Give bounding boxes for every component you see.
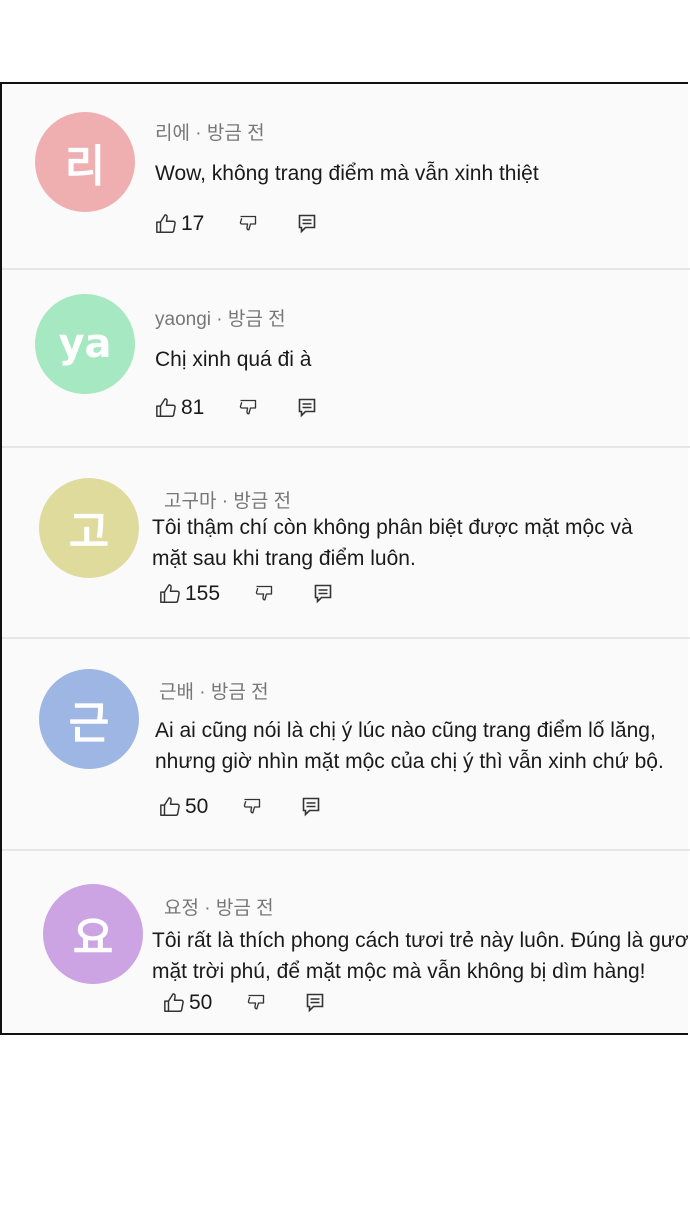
thumbs-down-icon xyxy=(238,214,258,234)
avatar[interactable]: ya xyxy=(35,294,135,394)
comment-actions: 50 xyxy=(159,793,320,821)
comment-actions: 17 xyxy=(155,210,316,238)
comment-text: Tôi thậm chí còn không phân biệt được mặ… xyxy=(152,512,633,574)
like-count: 50 xyxy=(185,795,209,818)
username[interactable]: 근배 xyxy=(159,682,194,703)
avatar[interactable]: 고 xyxy=(39,478,139,578)
like-count: 17 xyxy=(181,212,205,235)
username[interactable]: 리에 xyxy=(155,123,190,144)
like-button[interactable]: 155 xyxy=(159,582,220,606)
comment-item: ya yaongi · 방금 전 Chị xinh quá đi à 81 xyxy=(2,270,690,446)
dislike-button[interactable] xyxy=(246,993,266,1013)
comment-text-line: Ai ai cũng nói là chị ý lúc nào cũng tra… xyxy=(155,719,656,742)
username[interactable]: 요정 xyxy=(164,898,199,919)
comment-item: 리 리에 · 방금 전 Wow, không trang điểm mà vẫn… xyxy=(2,84,690,268)
dislike-button[interactable] xyxy=(254,584,274,604)
comment-text-line: Wow, không trang điểm mà vẫn xinh thiệt xyxy=(155,162,539,185)
timestamp: 방금 전 xyxy=(227,309,286,330)
reply-button[interactable] xyxy=(298,398,316,418)
thumbs-up-icon xyxy=(155,213,177,235)
comment-text: Tôi rất là thích phong cách tươi trẻ này… xyxy=(152,925,690,987)
comment-actions: 155 xyxy=(159,580,332,608)
like-count: 50 xyxy=(189,991,213,1014)
comment-text-line: mặt trời phú, để mặt mộc mà vẫn không bị… xyxy=(152,960,646,983)
username[interactable]: 고구마 xyxy=(164,491,216,512)
comment-text: Ai ai cũng nói là chị ý lúc nào cũng tra… xyxy=(155,715,664,777)
avatar[interactable]: 요 xyxy=(43,884,143,984)
comment-meta: 근배 · 방금 전 xyxy=(159,677,269,704)
dislike-button[interactable] xyxy=(242,797,262,817)
reply-button[interactable] xyxy=(306,993,324,1013)
like-button[interactable]: 17 xyxy=(155,212,204,236)
comment-actions: 50 xyxy=(163,989,324,1017)
comment-list: 리 리에 · 방금 전 Wow, không trang điểm mà vẫn… xyxy=(0,82,690,1035)
timestamp: 방금 전 xyxy=(233,491,292,512)
thumbs-up-icon xyxy=(159,796,181,818)
like-count: 155 xyxy=(185,582,221,605)
username[interactable]: yaongi xyxy=(155,309,211,330)
meta-separator: · xyxy=(204,898,216,919)
reply-icon xyxy=(306,993,324,1013)
avatar[interactable]: 리 xyxy=(35,112,135,212)
thumbs-down-icon xyxy=(242,797,262,817)
avatar[interactable]: 근 xyxy=(39,669,139,769)
timestamp: 방금 전 xyxy=(206,123,265,144)
dislike-button[interactable] xyxy=(238,214,258,234)
comment-meta: yaongi · 방금 전 xyxy=(155,304,286,331)
meta-separator: · xyxy=(199,682,211,703)
meta-separator: · xyxy=(216,309,228,330)
reply-icon xyxy=(298,214,316,234)
thumbs-down-icon xyxy=(254,584,274,604)
comment-meta: 요정 · 방금 전 xyxy=(164,893,274,920)
meta-separator: · xyxy=(221,491,234,512)
like-button[interactable]: 50 xyxy=(159,795,208,819)
reply-icon xyxy=(302,797,320,817)
thumbs-up-icon xyxy=(159,583,181,605)
reply-button[interactable] xyxy=(298,214,316,234)
comment-item: 요 요정 · 방금 전 Tôi rất là thích phong cách … xyxy=(2,851,690,1035)
reply-icon xyxy=(314,584,332,604)
thumbs-down-icon xyxy=(246,993,266,1013)
dislike-button[interactable] xyxy=(238,398,258,418)
like-button[interactable]: 81 xyxy=(155,396,204,420)
comment-item: 고 고구마 · 방금 전 Tôi thậm chí còn không phân… xyxy=(2,448,690,637)
comment-meta: 고구마 · 방금 전 xyxy=(164,486,291,513)
timestamp: 방금 전 xyxy=(215,898,274,919)
reply-icon xyxy=(298,398,316,418)
like-count: 81 xyxy=(181,396,205,419)
comment-actions: 81 xyxy=(155,394,316,422)
timestamp: 방금 전 xyxy=(210,682,269,703)
comment-meta: 리에 · 방금 전 xyxy=(155,118,265,145)
meta-separator: · xyxy=(195,123,207,144)
reply-button[interactable] xyxy=(302,797,320,817)
comment-text-line: nhưng giờ nhìn mặt mộc của chị ý thì vẫn… xyxy=(155,750,664,773)
comment-text-line: Tôi rất là thích phong cách tươi trẻ này… xyxy=(152,929,690,952)
like-button[interactable]: 50 xyxy=(163,991,212,1015)
reply-button[interactable] xyxy=(314,584,332,604)
comment-text-line: mặt sau khi trang điểm luôn. xyxy=(152,547,416,570)
thumbs-up-icon xyxy=(163,992,185,1014)
comment-text-line: Tôi thậm chí còn không phân biệt được mặ… xyxy=(152,516,633,539)
comment-text-line: Chị xinh quá đi à xyxy=(155,348,312,371)
thumbs-down-icon xyxy=(238,398,258,418)
comment-text: Wow, không trang điểm mà vẫn xinh thiệt xyxy=(155,158,539,189)
comment-text: Chị xinh quá đi à xyxy=(155,344,311,375)
thumbs-up-icon xyxy=(155,397,177,419)
comment-item: 근 근배 · 방금 전 Ai ai cũng nói là chị ý lúc … xyxy=(2,639,690,849)
